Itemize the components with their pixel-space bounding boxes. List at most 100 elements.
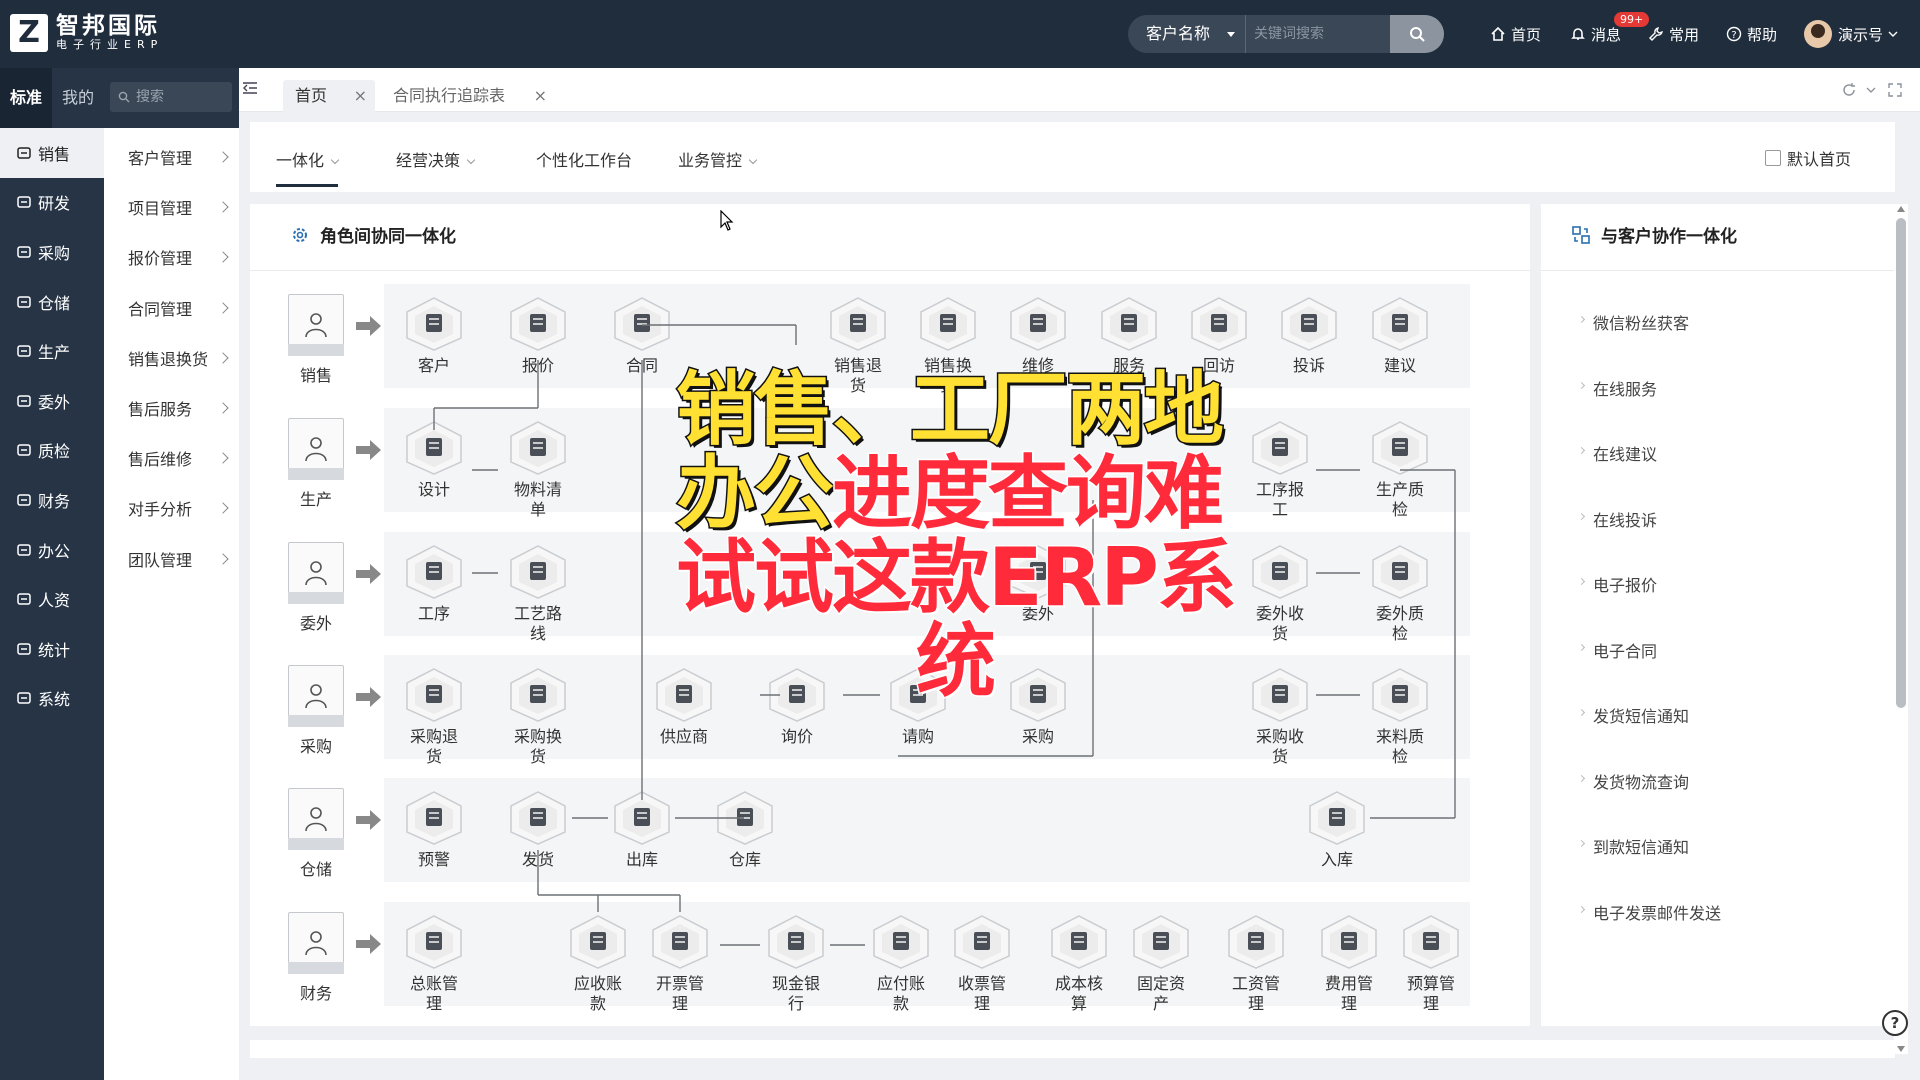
default-home-checkbox[interactable]: 默认首页	[1764, 146, 1851, 170]
flow-node-purchase-4[interactable]: 请购	[878, 667, 958, 747]
role-production[interactable]: 生产	[288, 418, 344, 510]
tab-mine[interactable]: 我的	[52, 68, 104, 128]
nav-home[interactable]: 首页	[1490, 0, 1541, 68]
flow-node-purchase-2[interactable]: 供应商	[644, 667, 724, 747]
side1-item-1[interactable]: 研发	[0, 178, 104, 228]
flow-node-production-2[interactable]: 工序报工	[1240, 420, 1320, 520]
flow-node-sales-9[interactable]: 建议	[1360, 296, 1440, 376]
submenu-item-7[interactable]: 对手分析	[104, 483, 239, 533]
flow-node-warehouse-0[interactable]: 预警	[394, 790, 474, 870]
flow-node-finance-9[interactable]: 费用管理	[1309, 914, 1389, 1014]
flow-node-warehouse-1[interactable]: 发货	[498, 790, 578, 870]
flow-node-sales-2[interactable]: 合同	[602, 296, 682, 376]
flow-node-sales-0[interactable]: 客户	[394, 296, 474, 376]
flow-node-warehouse-3[interactable]: 仓库	[705, 790, 785, 870]
flow-node-sales-4[interactable]: 销售换货	[908, 296, 988, 396]
submenu-item-6[interactable]: 售后维修	[104, 433, 239, 483]
side1-item-6[interactable]: 质检	[0, 426, 104, 476]
nav-messages[interactable]: 消息	[1570, 0, 1621, 68]
flow-node-purchase-5[interactable]: 采购	[998, 667, 1078, 747]
help-float-button[interactable]: ?	[1882, 1010, 1908, 1036]
side-link-7[interactable]: 发货物流查询	[1593, 769, 1689, 793]
role-purchase[interactable]: 采购	[288, 665, 344, 757]
subtab-integration[interactable]: 一体化	[276, 147, 340, 187]
side-link-6[interactable]: 发货短信通知	[1593, 703, 1689, 727]
role-outsource[interactable]: 委外	[288, 542, 344, 634]
flow-node-outsource-2[interactable]: 委外	[998, 544, 1078, 624]
side1-item-4[interactable]: 生产	[0, 326, 104, 376]
flow-node-purchase-0[interactable]: 采购退货	[394, 667, 474, 767]
flow-node-purchase-7[interactable]: 来料质检	[1360, 667, 1440, 767]
flow-node-sales-6[interactable]: 服务	[1089, 296, 1169, 376]
submenu-item-8[interactable]: 团队管理	[104, 534, 239, 584]
flow-node-finance-3[interactable]: 现金银行	[756, 914, 836, 1014]
side-link-2[interactable]: 在线建议	[1593, 441, 1657, 465]
flow-node-finance-6[interactable]: 成本核算	[1039, 914, 1119, 1014]
submenu-item-2[interactable]: 报价管理	[104, 232, 239, 282]
side-link-5[interactable]: 电子合同	[1593, 638, 1657, 662]
flow-node-finance-5[interactable]: 收票管理	[942, 914, 1022, 1014]
search-button[interactable]	[1390, 15, 1444, 53]
flow-node-sales-8[interactable]: 投诉	[1269, 296, 1349, 376]
flow-node-sales-5[interactable]: 维修	[998, 296, 1078, 376]
fullscreen-icon[interactable]	[1887, 82, 1903, 98]
flow-node-sales-3[interactable]: 销售退货	[818, 296, 898, 396]
flow-node-purchase-1[interactable]: 采购换货	[498, 667, 578, 767]
flow-node-purchase-6[interactable]: 采购收货	[1240, 667, 1320, 767]
tab-standard[interactable]: 标准	[0, 68, 52, 128]
side1-item-5[interactable]: 委外	[0, 376, 104, 426]
side-link-4[interactable]: 电子报价	[1593, 572, 1657, 596]
side1-item-11[interactable]: 系统	[0, 674, 104, 724]
submenu-item-1[interactable]: 项目管理	[104, 182, 239, 232]
role-sales[interactable]: 销售	[288, 294, 344, 386]
user-menu[interactable]: 演示号	[1804, 0, 1904, 68]
side1-item-9[interactable]: 人资	[0, 574, 104, 624]
flow-node-outsource-3[interactable]: 委外收货	[1240, 544, 1320, 644]
side-link-1[interactable]: 在线服务	[1593, 376, 1657, 400]
flow-node-outsource-1[interactable]: 工艺路线	[498, 544, 578, 644]
flow-node-finance-7[interactable]: 固定资产	[1121, 914, 1201, 1014]
flow-node-warehouse-4[interactable]: 入库	[1297, 790, 1377, 870]
chevron-down-icon[interactable]	[1865, 84, 1877, 96]
flow-node-sales-1[interactable]: 报价	[498, 296, 578, 376]
flow-node-outsource-0[interactable]: 工序	[394, 544, 474, 624]
flow-node-finance-2[interactable]: 开票管理	[640, 914, 720, 1014]
search-type-select[interactable]: 客户名称	[1128, 15, 1246, 53]
flow-node-sales-7[interactable]: 回访	[1179, 296, 1259, 376]
subtab-control[interactable]: 业务管控	[678, 147, 758, 171]
side1-item-8[interactable]: 办公	[0, 525, 104, 575]
brand-logo[interactable]: Z 智邦国际 电子行业ERP	[10, 14, 163, 52]
side-link-9[interactable]: 电子发票邮件发送	[1593, 900, 1721, 924]
side-link-8[interactable]: 到款短信通知	[1593, 834, 1689, 858]
tab-contract-tracking[interactable]: 合同执行追踪表 ×	[385, 80, 555, 112]
flow-node-finance-8[interactable]: 工资管理	[1216, 914, 1296, 1014]
menu-search[interactable]	[110, 82, 232, 112]
flow-node-outsource-4[interactable]: 委外质检	[1360, 544, 1440, 644]
search-input[interactable]	[1246, 15, 1390, 53]
side-link-3[interactable]: 在线投诉	[1593, 507, 1657, 531]
submenu-item-3[interactable]: 合同管理	[104, 283, 239, 333]
close-icon[interactable]: ×	[534, 80, 547, 112]
refresh-icon[interactable]	[1841, 82, 1857, 98]
flow-node-purchase-3[interactable]: 询价	[757, 667, 837, 747]
flow-node-finance-10[interactable]: 预算管理	[1391, 914, 1471, 1014]
flow-node-production-3[interactable]: 生产质检	[1360, 420, 1440, 520]
scrollbar[interactable]	[1894, 204, 1908, 1054]
submenu-item-0[interactable]: 客户管理	[104, 132, 239, 182]
flow-node-finance-0[interactable]: 总账管理	[394, 914, 474, 1014]
subtab-workbench[interactable]: 个性化工作台	[536, 147, 632, 171]
side1-item-2[interactable]: 采购	[0, 227, 104, 277]
nav-favorites[interactable]: 常用	[1648, 0, 1699, 68]
flow-node-production-0[interactable]: 设计	[394, 420, 474, 500]
tab-home[interactable]: 首页 ×	[283, 80, 375, 112]
flow-node-warehouse-2[interactable]: 出库	[602, 790, 682, 870]
collapse-menu-icon[interactable]	[243, 82, 257, 94]
submenu-item-5[interactable]: 售后服务	[104, 383, 239, 433]
role-warehouse[interactable]: 仓储	[288, 788, 344, 880]
role-finance[interactable]: 财务	[288, 912, 344, 1004]
menu-search-input[interactable]	[136, 89, 226, 105]
submenu-item-4[interactable]: 销售退换货	[104, 333, 239, 383]
side1-item-10[interactable]: 统计	[0, 624, 104, 674]
close-icon[interactable]: ×	[354, 80, 367, 112]
flow-node-finance-4[interactable]: 应付账款	[861, 914, 941, 1014]
